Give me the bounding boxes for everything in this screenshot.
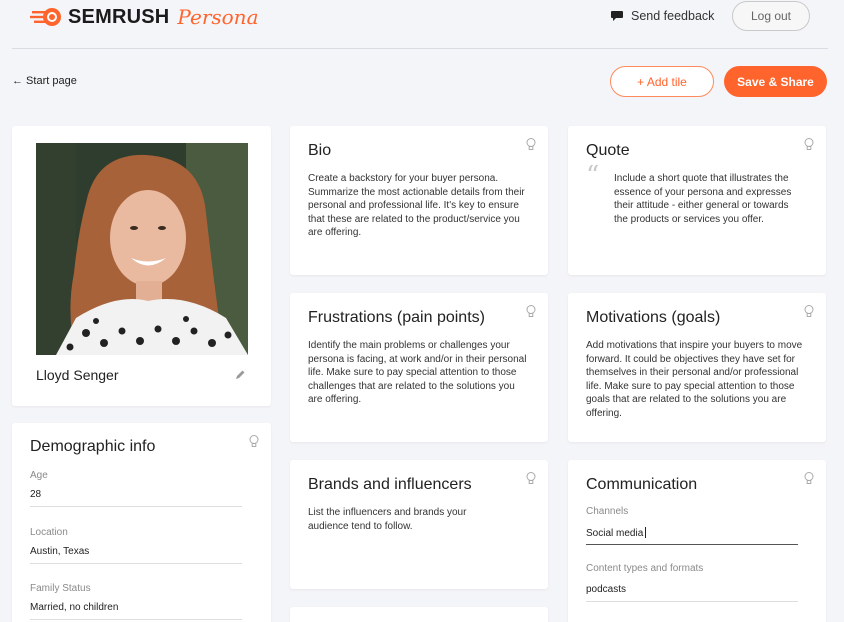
partial-card[interactable] bbox=[290, 607, 548, 622]
age-value[interactable]: 28 bbox=[30, 489, 41, 500]
brands-title: Brands and influencers bbox=[308, 476, 472, 493]
brand-name: SEMRUSH bbox=[68, 5, 170, 28]
communication-title: Communication bbox=[586, 476, 698, 493]
content-types-label: Content types and formats bbox=[586, 563, 704, 574]
bio-body: Create a backstory for your buyer person… bbox=[308, 173, 525, 238]
channels-input[interactable]: Social media bbox=[586, 527, 647, 539]
logo-icon bbox=[30, 8, 61, 26]
feedback-icon bbox=[611, 11, 623, 21]
quote-card[interactable]: Quote “ Include a short quote that illus… bbox=[568, 126, 826, 275]
frustrations-title: Frustrations (pain points) bbox=[308, 309, 485, 326]
family-status-label: Family Status bbox=[30, 583, 91, 594]
profile-photo-image bbox=[36, 143, 248, 355]
lightbulb-icon[interactable] bbox=[804, 472, 814, 485]
content-types-underline bbox=[586, 601, 798, 602]
family-status-underline bbox=[30, 619, 242, 620]
frustrations-body: Identify the main problems or challenges… bbox=[308, 340, 527, 405]
family-status-value[interactable]: Married, no children bbox=[30, 602, 118, 613]
header-divider bbox=[12, 48, 828, 49]
add-tile-button[interactable]: + Add tile bbox=[610, 66, 714, 97]
channels-value: Social media bbox=[586, 528, 644, 539]
demographic-title: Demographic info bbox=[30, 438, 156, 455]
save-share-button[interactable]: Save & Share bbox=[724, 66, 827, 97]
brands-card[interactable]: Brands and influencers List the influenc… bbox=[290, 460, 548, 589]
location-underline bbox=[30, 563, 242, 564]
channels-underline bbox=[586, 544, 798, 545]
logout-button[interactable]: Log out bbox=[732, 1, 810, 31]
pencil-icon[interactable] bbox=[234, 369, 246, 381]
motivations-body: Add motivations that inspire your buyers… bbox=[586, 340, 803, 419]
send-feedback-link[interactable]: Send feedback bbox=[611, 9, 714, 23]
demographic-card: Demographic info Age 28 Location Austin,… bbox=[12, 423, 271, 622]
profile-photo[interactable] bbox=[36, 143, 248, 355]
quote-body: Include a short quote that illustrates t… bbox=[614, 173, 792, 225]
logo[interactable]: SEMRUSH Persona bbox=[30, 5, 259, 29]
text-caret bbox=[645, 527, 647, 538]
age-label: Age bbox=[30, 470, 48, 481]
lightbulb-icon[interactable] bbox=[526, 138, 536, 151]
bio-title: Bio bbox=[308, 142, 332, 159]
location-label: Location bbox=[30, 527, 68, 538]
lightbulb-icon[interactable] bbox=[804, 305, 814, 318]
lightbulb-icon[interactable] bbox=[526, 305, 536, 318]
age-underline bbox=[30, 506, 242, 507]
channels-label: Channels bbox=[586, 506, 629, 517]
location-value[interactable]: Austin, Texas bbox=[30, 546, 89, 557]
lightbulb-icon[interactable] bbox=[804, 138, 814, 151]
product-name: Persona bbox=[177, 5, 259, 29]
motivations-card[interactable]: Motivations (goals) Add motivations that… bbox=[568, 293, 826, 442]
send-feedback-label: Send feedback bbox=[631, 9, 715, 23]
start-page-link[interactable]: ← Start page bbox=[12, 75, 77, 87]
bio-card[interactable]: Bio Create a backstory for your buyer pe… bbox=[290, 126, 548, 275]
lightbulb-icon[interactable] bbox=[526, 472, 536, 485]
quote-title: Quote bbox=[586, 142, 630, 159]
header: SEMRUSH Persona Send feedback Log out bbox=[0, 0, 844, 48]
persona-name[interactable]: Lloyd Senger bbox=[36, 367, 119, 383]
communication-card[interactable]: Communication Channels Social media Cont… bbox=[568, 460, 826, 622]
motivations-title: Motivations (goals) bbox=[586, 309, 721, 326]
brands-body: List the influencers and brands your aud… bbox=[308, 507, 467, 532]
quote-icon: “ bbox=[586, 161, 600, 191]
content-types-value[interactable]: podcasts bbox=[586, 584, 626, 595]
lightbulb-icon[interactable] bbox=[249, 435, 259, 448]
frustrations-card[interactable]: Frustrations (pain points) Identify the … bbox=[290, 293, 548, 442]
profile-card: Lloyd Senger bbox=[12, 126, 271, 406]
